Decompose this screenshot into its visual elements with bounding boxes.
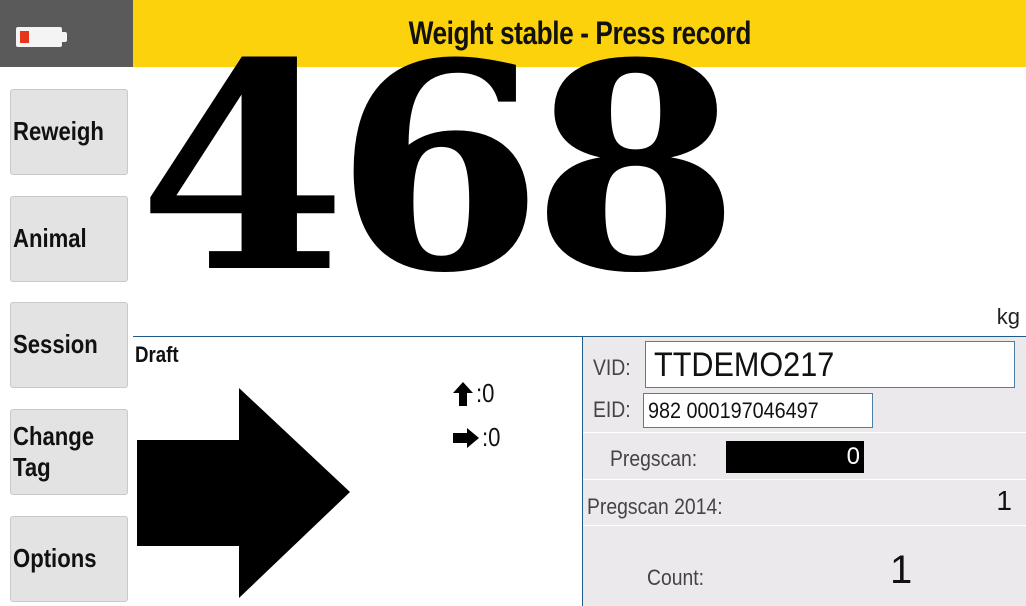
session-button[interactable]: Session <box>10 302 128 388</box>
vid-label: VID: <box>593 355 631 380</box>
pregscan-2014-label: Pregscan 2014: <box>587 494 723 519</box>
change-tag-button[interactable]: Change Tag <box>10 409 128 495</box>
arrow-up-icon <box>453 381 473 406</box>
reweigh-button[interactable]: Reweigh <box>10 89 128 175</box>
arrow-right-icon <box>453 427 479 448</box>
pregscan-field[interactable]: 0 <box>726 441 864 473</box>
draft-label: Draft <box>135 342 179 367</box>
weight-display: 468 <box>138 0 740 336</box>
weight-unit: kg <box>996 304 1020 329</box>
options-button[interactable]: Options <box>10 516 128 602</box>
battery-level <box>20 31 29 43</box>
vid-field[interactable]: TTDEMO217 <box>645 341 1015 388</box>
pregscan-2014-value: 1 <box>996 485 1012 516</box>
battery-indicator <box>0 0 133 67</box>
animal-button[interactable]: Animal <box>10 196 128 282</box>
count-label: Count: <box>647 565 705 590</box>
eid-field[interactable]: 982 000197046497 <box>643 393 873 428</box>
count-value: 1 <box>890 548 913 592</box>
draft-count-right: :0 <box>452 422 504 453</box>
arrow-right-icon <box>137 388 350 598</box>
sidebar: Reweigh Animal Session Change Tag Option… <box>0 67 133 606</box>
draft-count-up: :0 <box>452 378 498 409</box>
pregscan-label: Pregscan: <box>610 446 698 471</box>
eid-label: EID: <box>593 397 631 422</box>
